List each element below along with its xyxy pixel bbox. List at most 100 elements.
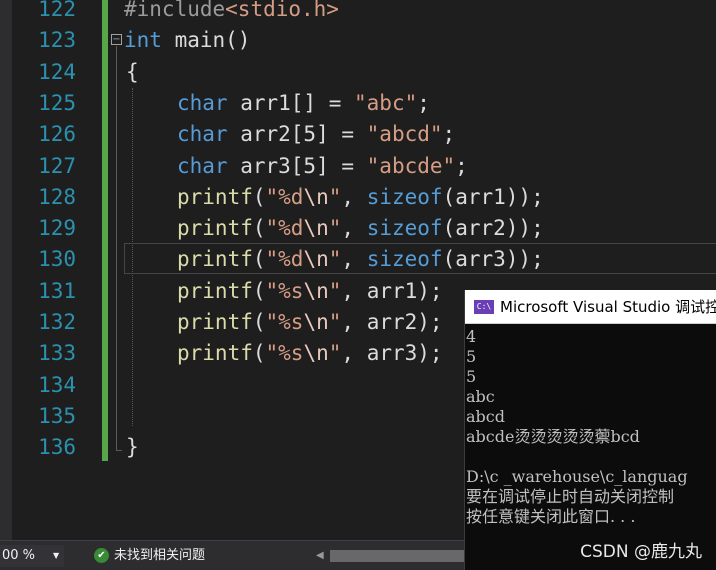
string-literal: "%s	[265, 310, 304, 334]
function-call: printf	[177, 247, 253, 272]
string-literal: "%d	[265, 216, 304, 241]
string-literal: "abcd"	[366, 122, 443, 147]
paren: (	[252, 247, 266, 272]
code-line-136[interactable]: }	[126, 432, 139, 463]
horizontal-scrollbar-thumb[interactable]	[330, 550, 464, 562]
zoom-level: 00 %	[2, 548, 36, 563]
separator: ,	[341, 184, 367, 209]
zoom-dropdown[interactable]: 00 % ▼	[0, 545, 64, 567]
paren: (	[252, 278, 266, 303]
escape-sequence: \n	[303, 278, 329, 303]
code-line-123[interactable]: int main()	[124, 25, 250, 56]
fold-guide-end	[116, 450, 122, 451]
dropdown-caret-icon: ▼	[53, 551, 60, 560]
declaration: arr3[5] =	[227, 153, 367, 178]
line-number: 127	[38, 153, 76, 178]
line-number: 125	[38, 90, 76, 115]
line-number: 130	[38, 247, 76, 272]
line-number-gutter: 122 123 124 125 126 127 128 129 130 131 …	[12, 0, 88, 540]
string-literal: "%d	[265, 247, 304, 272]
console-app-icon: C:\	[474, 300, 494, 314]
escape-sequence: \n	[303, 247, 329, 272]
keyword: int	[124, 28, 162, 53]
check-circle-icon: ✔	[94, 548, 109, 563]
debug-console-window[interactable]: C:\ Microsoft Visual Studio 调试控 4 5 5 ab…	[464, 290, 716, 570]
line-number: 132	[38, 310, 76, 334]
editor-statusbar: 00 % ▼ ✔ 未找到相关问题 ◀	[0, 540, 464, 570]
code-line-126[interactable]: char arr2[5] = "abcd";	[177, 119, 455, 150]
console-output-line: 要在调试停止时自动关闭控制	[466, 487, 675, 506]
declaration: arr1[] =	[227, 90, 355, 115]
keyword: sizeof	[366, 247, 443, 272]
line-number: 134	[38, 372, 76, 397]
change-tracking-bar	[102, 0, 108, 461]
console-title: Microsoft Visual Studio 调试控	[500, 298, 716, 316]
console-output-line: D:\c _warehouse\c_languag	[466, 467, 688, 486]
code-line-125[interactable]: char arr1[] = "abc";	[177, 88, 430, 119]
string-literal: "%s	[265, 341, 304, 366]
open-brace: {	[126, 59, 139, 84]
string-literal: "	[328, 247, 342, 272]
console-titlebar[interactable]: C:\ Microsoft Visual Studio 调试控	[465, 290, 716, 324]
collapse-toggle-icon[interactable]: −	[111, 34, 122, 45]
function-call: printf	[177, 310, 253, 334]
console-output-line: abcd	[466, 407, 505, 426]
arguments: (arr1));	[442, 184, 544, 209]
string-literal: "	[328, 216, 342, 241]
editor-left-margin	[0, 0, 12, 540]
string-literal: "	[328, 278, 342, 303]
string-literal: "	[328, 310, 342, 334]
escape-sequence: \n	[303, 341, 329, 366]
keyword: char	[177, 153, 228, 178]
console-output[interactable]: 4 5 5 abc abcd abcde烫烫烫烫烫蘌bcd D:\c _ware…	[466, 327, 716, 527]
semicolon: ;	[455, 153, 468, 178]
arguments: , arr3);	[341, 341, 443, 366]
paren: (	[252, 341, 266, 366]
line-number: 123	[38, 28, 76, 53]
arguments: , arr2);	[341, 310, 443, 334]
issues-status[interactable]: 未找到相关问题	[114, 541, 205, 570]
code-line-128[interactable]: printf("%d\n", sizeof(arr1));	[177, 182, 544, 213]
line-number: 136	[38, 435, 76, 460]
console-output-line: abc	[466, 387, 495, 406]
code-line-122[interactable]: #include<stdio.h>	[124, 0, 339, 25]
code-line-133[interactable]: printf("%s\n", arr3);	[177, 338, 443, 369]
line-number: 122	[38, 0, 76, 21]
console-output-line: abcde烫烫烫烫烫蘌bcd	[466, 427, 640, 446]
code-line-124[interactable]: {	[126, 57, 139, 88]
code-line-131[interactable]: printf("%s\n", arr1);	[177, 276, 443, 307]
line-number: 131	[38, 278, 76, 303]
separator: ,	[341, 247, 367, 272]
code-line-127[interactable]: char arr3[5] = "abcde";	[177, 151, 468, 182]
line-number: 135	[38, 403, 76, 428]
line-number: 129	[38, 216, 76, 241]
paren: (	[252, 216, 266, 241]
line-number: 133	[38, 341, 76, 366]
separator: ,	[341, 216, 367, 241]
function-call: printf	[177, 341, 253, 366]
paren: (	[252, 184, 266, 209]
semicolon: ;	[417, 90, 430, 115]
scroll-left-arrow-icon[interactable]: ◀	[316, 547, 324, 565]
escape-sequence: \n	[303, 310, 329, 334]
string-literal: "%d	[265, 184, 304, 209]
watermark: CSDN @鹿九丸	[580, 542, 702, 562]
line-number: 126	[38, 122, 76, 147]
escape-sequence: \n	[303, 216, 329, 241]
keyword: sizeof	[366, 184, 443, 209]
keyword: sizeof	[366, 216, 443, 241]
string-literal: "	[328, 184, 342, 209]
function-call: printf	[177, 278, 253, 303]
code-line-132[interactable]: printf("%s\n", arr2);	[177, 307, 443, 338]
arguments: , arr1);	[341, 278, 443, 303]
arguments: (arr2));	[442, 216, 544, 241]
code-line-130[interactable]: printf("%d\n", sizeof(arr3));	[177, 244, 544, 275]
console-output-line: 5	[466, 367, 477, 386]
preprocessor-directive: #include	[124, 0, 226, 21]
code-line-129[interactable]: printf("%d\n", sizeof(arr2));	[177, 213, 544, 244]
console-output-line: 5	[466, 347, 477, 366]
line-number: 124	[38, 59, 76, 84]
string-literal: "abcde"	[366, 153, 456, 178]
semicolon: ;	[442, 122, 456, 147]
